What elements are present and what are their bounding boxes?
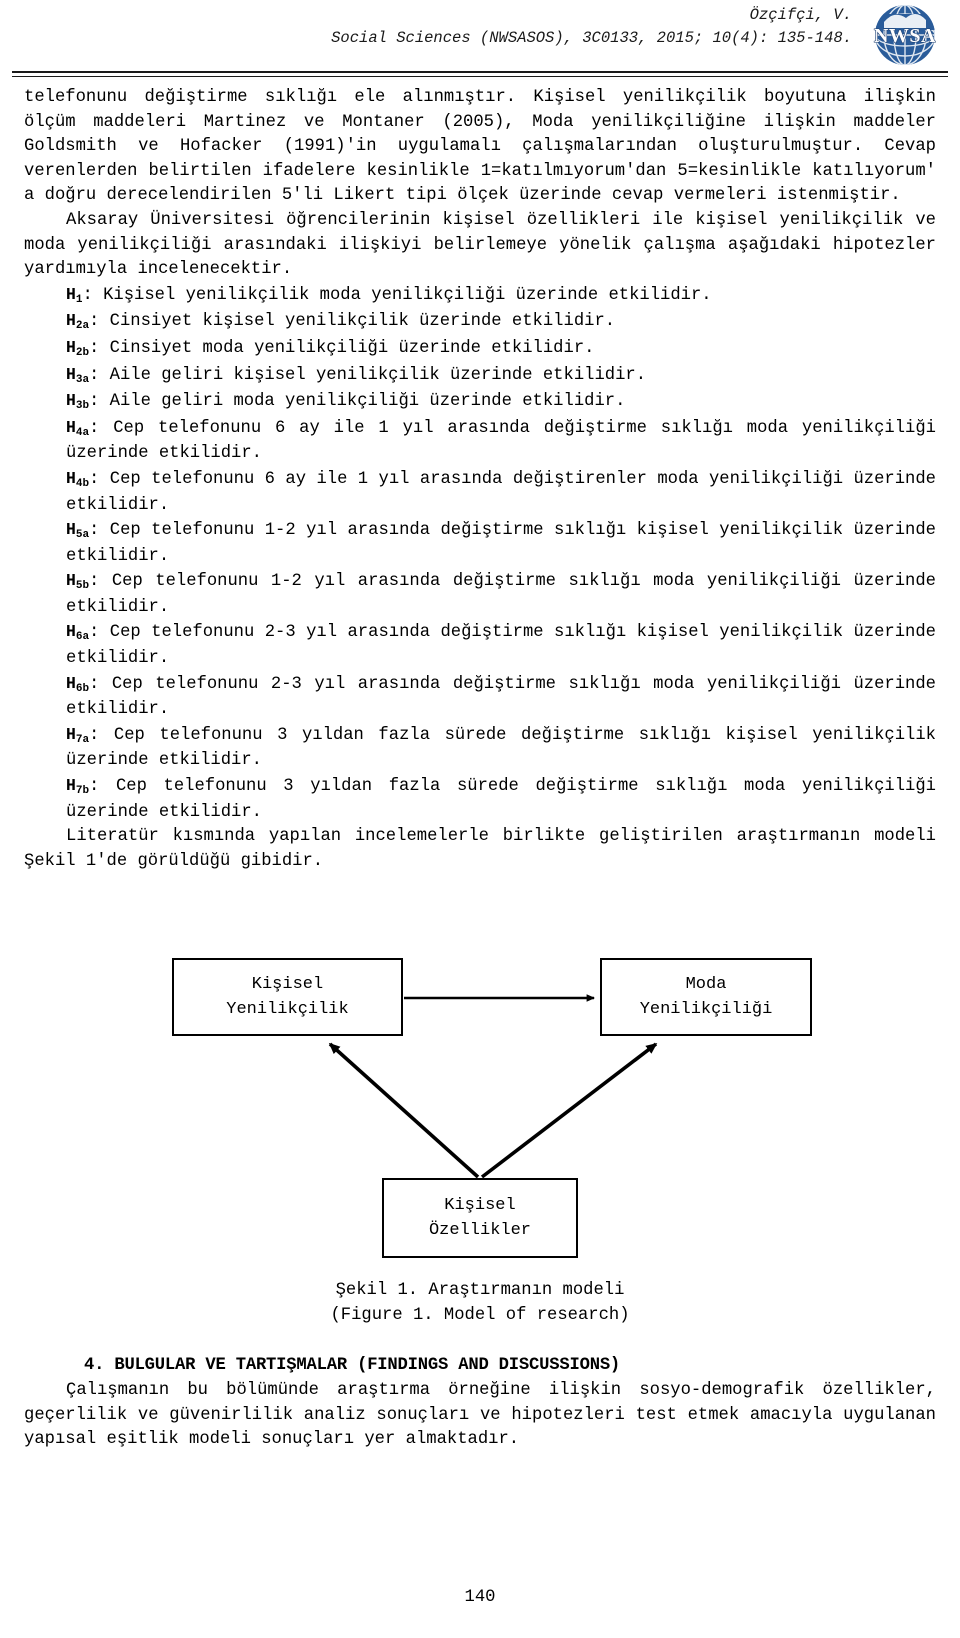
hypothesis-label: H7a (66, 724, 90, 746)
page-number: 140 (464, 1588, 496, 1607)
hypothesis-label: H3b (66, 391, 90, 413)
hypothesis-label: H2a (66, 311, 90, 333)
hypothesis-text: : Cinsiyet moda yenilikçiliği üzerinde e… (89, 338, 595, 358)
figure-box-line: Yenilikçiliği (639, 1000, 773, 1019)
hypothesis-item: H4a: Cep telefonunu 6 ay ile 1 yıl arası… (24, 416, 936, 467)
section-heading: 4. BULGULAR VE TARTIŞMALAR (FINDINGS AND… (84, 1356, 621, 1375)
hypothesis-subscript: 6b (75, 682, 90, 695)
hypothesis-subscript: 6a (75, 631, 90, 644)
figure-box-line: Yenilikçilik (226, 1000, 349, 1019)
figure-box-line: Moda (685, 975, 727, 994)
hypothesis-text: : Cep telefonunu 6 ay ile 1 yıl arasında… (66, 418, 936, 464)
figure-box-personal-traits: Kişisel Özellikler (382, 1178, 578, 1258)
hypothesis-label: H3a (66, 364, 90, 386)
figure-box-line: Kişisel (251, 975, 324, 994)
findings-section: 4. BULGULAR VE TARTIŞMALAR (FINDINGS AND… (24, 1352, 936, 1453)
figure-box-personal-innovativeness: Kişisel Yenilikçilik (172, 958, 403, 1036)
hypothesis-text: : Kişisel yenilikçilik moda yenilikçiliğ… (82, 285, 712, 305)
hypothesis-label: H4a (66, 417, 90, 439)
nwsa-logo-text: NWSA (874, 25, 936, 47)
arrow-traits-to-personal (328, 1042, 480, 1179)
figure-caption-english: (Figure 1. Model of research) (330, 1306, 630, 1325)
hypothesis-label: H1 (66, 284, 83, 306)
hypothesis-item: H1: Kişisel yenilikçilik moda yenilikçil… (24, 283, 936, 310)
hypothesis-label: H5a (66, 520, 90, 542)
hypothesis-item: H4b: Cep telefonunu 6 ay ile 1 yıl arası… (24, 467, 936, 518)
document-page: Özçifçi, V. Social Sciences (NWSASOS), 3… (0, 0, 960, 1638)
paragraph-continuation: telefonunu değiştirme sıklığı ele alınmı… (24, 88, 936, 206)
hypothesis-subscript: 4b (75, 477, 90, 490)
hypothesis-label: H6b (66, 673, 90, 695)
hypothesis-text: : Aile geliri moda yenilikçiliği üzerind… (89, 392, 626, 412)
header-divider-bottom (12, 76, 948, 77)
arrow-traits-to-fashion (480, 1042, 658, 1179)
hypothesis-text: : Cep telefonunu 2-3 yıl arasında değişt… (66, 623, 936, 669)
hypothesis-label: H2b (66, 337, 90, 359)
paragraph-model-reference: Literatür kısmında yapılan incelemelerle… (24, 827, 936, 871)
hypothesis-subscript: 7b (75, 785, 90, 798)
figure-box-line: Kişisel (444, 1196, 516, 1215)
hypothesis-item: H2a: Cinsiyet kişisel yenilikçilik üzeri… (24, 309, 936, 336)
header-divider-top (12, 71, 948, 73)
hypothesis-text: : Cep telefonunu 3 yıldan fazla sürede d… (66, 725, 936, 771)
paragraph-hypothesis-intro: Aksaray Üniversitesi öğrencilerinin kişi… (24, 210, 936, 280)
hypothesis-item: H5a: Cep telefonunu 1-2 yıl arasında değ… (24, 518, 936, 569)
hypothesis-label: H4b (66, 468, 90, 490)
hypothesis-label: H5b (66, 571, 90, 593)
hypothesis-subscript: 3b (75, 400, 90, 413)
hypothesis-subscript: 1 (75, 293, 83, 306)
hypothesis-item: H6a: Cep telefonunu 2-3 yıl arasında değ… (24, 620, 936, 671)
page-header: Özçifçi, V. Social Sciences (NWSASOS), 3… (0, 0, 960, 72)
figure-caption: Şekil 1. Araştırmanın modeli (Figure 1. … (0, 1278, 960, 1328)
hypothesis-item: H3b: Aile geliri moda yenilikçiliği üzer… (24, 389, 936, 416)
hypothesis-item: H3a: Aile geliri kişisel yenilikçilik üz… (24, 363, 936, 390)
hypothesis-text: : Cep telefonunu 1-2 yıl arasında değişt… (66, 572, 936, 617)
hypothesis-subscript: 7a (75, 733, 90, 746)
header-citation: Social Sciences (NWSASOS), 3C0133, 2015;… (331, 29, 852, 47)
document-body: telefonunu değiştirme sıklığı ele alınmı… (24, 86, 936, 874)
hypothesis-subscript: 2b (75, 346, 90, 359)
figure-caption-turkish: Şekil 1. Araştırmanın modeli (335, 1281, 625, 1300)
hypothesis-subscript: 5a (75, 529, 90, 542)
figure-box-line: Özellikler (428, 1221, 532, 1240)
hypothesis-subscript: 2a (75, 320, 90, 333)
hypothesis-subscript: 4a (75, 426, 90, 439)
hypothesis-text: : Cep telefonunu 2-3 yıl arasında değişt… (66, 674, 936, 720)
hypothesis-item: H7a: Cep telefonunu 3 yıldan fazla süred… (24, 723, 936, 774)
hypothesis-text: : Cep telefonunu 3 yıldan fazla sürede d… (66, 777, 936, 822)
nwsa-logo-icon: NWSA (864, 2, 946, 68)
hypothesis-text: : Aile geliri kişisel yenilikçilik üzeri… (89, 365, 647, 385)
hypothesis-text: : Cinsiyet kişisel yenilikçilik üzerinde… (89, 312, 616, 332)
header-author: Özçifçi, V. (749, 6, 852, 24)
hypothesis-item: H6b: Cep telefonunu 2-3 yıl arasında değ… (24, 672, 936, 723)
hypothesis-label: H7b (66, 776, 90, 798)
figure-box-fashion-innovativeness: Moda Yenilikçiliği (600, 958, 812, 1036)
hypothesis-item: H7b: Cep telefonunu 3 yıldan fazla süred… (24, 774, 936, 825)
section-paragraph: Çalışmanın bu bölümünde araştırma örneği… (24, 1381, 936, 1450)
header-citation-block: Özçifçi, V. Social Sciences (NWSASOS), 3… (331, 4, 852, 50)
hypothesis-label: H6a (66, 622, 90, 644)
hypothesis-subscript: 5b (75, 580, 90, 593)
hypothesis-text: : Cep telefonunu 1-2 yıl arasında değişt… (66, 521, 936, 566)
hypothesis-text: : Cep telefonunu 6 ay ile 1 yıl arasında… (66, 469, 936, 515)
hypothesis-list: H1: Kişisel yenilikçilik moda yenilikçil… (24, 283, 936, 825)
hypothesis-item: H5b: Cep telefonunu 1-2 yıl arasında değ… (24, 569, 936, 620)
research-model-figure: Kişisel Yenilikçilik Moda Yenilikçiliği … (0, 953, 960, 1263)
hypothesis-item: H2b: Cinsiyet moda yenilikçiliği üzerind… (24, 336, 936, 363)
hypothesis-subscript: 3a (75, 373, 90, 386)
